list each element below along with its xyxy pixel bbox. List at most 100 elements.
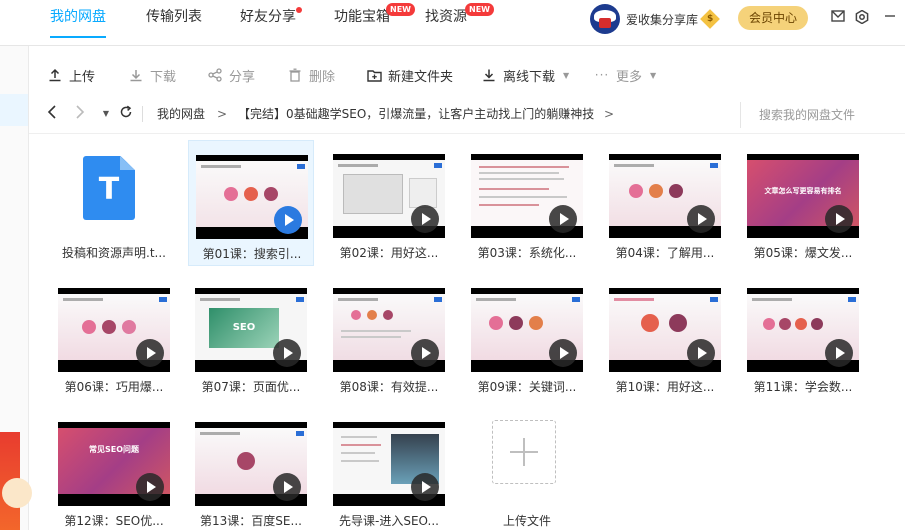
sidebar-selected-item[interactable] [0,94,28,126]
file-tile-video[interactable]: 第10课：用好这... [602,274,728,400]
tab-find-resources[interactable]: 找资源 NEW [425,0,494,46]
toolbar: 上传 下载 分享 删除 新建文件夹 离线下载 ▼ ··· 更多 ▼ [29,60,905,90]
forward-icon[interactable] [71,104,89,124]
play-icon[interactable] [136,473,164,501]
video-thumbnail [609,288,721,372]
search-input[interactable]: 搜索我的网盘文件 [740,102,905,128]
user-name: 爱收集分享库 [626,12,699,27]
tab-my-disk[interactable]: 我的网盘 [50,0,106,46]
file-name: 第13课：百度SE... [200,514,302,528]
file-tile-video[interactable]: 常见SEO问题 第12课：SEO优... [51,408,177,530]
file-name: 第06课：巧用爆... [64,380,164,394]
file-tile-video[interactable]: 文章怎么写更容易有排名 第05课：爆文发... [740,140,866,266]
share-button[interactable]: 分享 [207,64,255,86]
play-icon[interactable] [687,205,715,233]
file-tile-video[interactable]: 第03课：系统化... [464,140,590,266]
file-name: 先导课-进入SEO... [339,514,439,528]
folder-plus-icon [366,67,382,83]
back-icon[interactable] [43,104,61,124]
chevron-down-icon: ▼ [563,70,570,80]
play-icon[interactable] [411,339,439,367]
upload-file-tile[interactable]: 上传文件 [464,408,590,530]
file-name: 上传文件 [502,514,551,528]
video-thumbnail: SEO [195,288,307,372]
mail-icon[interactable] [830,10,846,26]
play-icon[interactable] [136,339,164,367]
play-icon[interactable] [273,473,301,501]
file-name: 投稿和资源声明.t... [62,246,166,260]
play-icon[interactable] [687,339,715,367]
new-folder-button[interactable]: 新建文件夹 [366,64,453,86]
slide-title: SEO [209,308,279,348]
file-tile-video[interactable]: 第06课：巧用爆... [51,274,177,400]
file-tile-video[interactable]: 第09课：关键词... [464,274,590,400]
file-tile-video[interactable]: 先导课-进入SEO... [326,408,452,530]
video-thumbnail [195,422,307,506]
breadcrumb: ▼ 我的网盘 > 【完结】0基础趣学SEO，引爆流量，让客户主动找上门的躺赚神技… [29,96,905,134]
upload-button[interactable]: 上传 [47,64,95,86]
file-tile-video[interactable]: 第11课：学会数... [740,274,866,400]
breadcrumb-root[interactable]: 我的网盘 [157,106,205,122]
file-name: 第10课：用好这... [615,380,715,394]
file-tile-doc[interactable]: T 投稿和资源声明.t... [51,140,177,266]
video-thumbnail [747,288,859,372]
top-nav: 我的网盘 传输列表 好友分享 功能宝箱 NEW 找资源 NEW 爱收集分享库 $ 会… [0,0,905,46]
file-tile-video[interactable]: 第08课：有效提... [326,274,452,400]
file-grid: T 投稿和资源声明.t... 第01课：搜索引... 第02课：用好这... 第… [29,134,905,530]
settings-icon[interactable] [854,9,870,26]
tab-friend-share[interactable]: 好友分享 [240,0,302,46]
file-tile-video[interactable]: SEO 第07课：页面优... [188,274,314,400]
file-tile-video[interactable]: 第13课：百度SE... [188,408,314,530]
file-tile-video[interactable]: 第01课：搜索引... [188,140,314,266]
play-icon[interactable] [411,205,439,233]
file-name: 第07课：页面优... [201,380,301,394]
download-icon [128,67,144,83]
play-icon[interactable] [825,339,853,367]
download-button[interactable]: 下载 [128,64,176,86]
video-thumbnail [333,288,445,372]
offline-download-icon [481,67,497,83]
play-icon[interactable] [549,205,577,233]
minimize-icon[interactable] [882,10,898,26]
user-profile[interactable]: 爱收集分享库 $ [590,2,720,36]
video-thumbnail [58,288,170,372]
refresh-icon[interactable] [117,104,135,124]
file-tile-video[interactable]: 第02课：用好这... [326,140,452,266]
upload-icon [47,67,63,83]
new-badge: NEW [386,3,415,16]
video-thumbnail: 文章怎么写更容易有排名 [747,154,859,238]
netdisk-app: 我的网盘 传输列表 好友分享 功能宝箱 NEW 找资源 NEW 爱收集分享库 $ 会… [0,0,905,530]
video-thumbnail [471,154,583,238]
slide-title: 文章怎么写更容易有排名 [764,187,842,195]
offline-download-button[interactable]: 离线下载 ▼ [481,64,569,86]
file-name: 第11课：学会数... [753,380,853,394]
breadcrumb-current-folder[interactable]: 【完结】0基础趣学SEO，引爆流量，让客户主动找上门的躺赚神技 [238,106,608,122]
video-thumbnail [471,288,583,372]
notification-dot [296,7,302,13]
file-name: 第02课：用好这... [339,246,439,260]
play-icon[interactable] [825,205,853,233]
trash-icon [287,67,303,83]
file-tile-video[interactable]: 第04课：了解用... [602,140,728,266]
history-dropdown-icon[interactable]: ▼ [97,104,115,124]
tab-transfer-list[interactable]: 传输列表 [146,0,202,46]
breadcrumb-trail-separator[interactable]: > [604,106,614,122]
play-icon[interactable] [411,473,439,501]
file-name: 第05课：爆文发... [753,246,853,260]
divider [142,106,143,122]
promo-banner[interactable] [0,432,32,530]
plus-icon[interactable] [492,420,556,484]
more-button[interactable]: ··· 更多 ▼ [594,64,656,86]
tab-toolbox[interactable]: 功能宝箱 NEW [334,0,415,46]
file-name: 第04课：了解用... [615,246,715,260]
play-icon[interactable] [273,339,301,367]
video-thumbnail [333,422,445,506]
member-center-button[interactable]: 会员中心 [738,6,808,30]
breadcrumb-separator: > [217,107,228,121]
file-name: 第08课：有效提... [339,380,439,394]
play-icon[interactable] [274,206,302,234]
chevron-down-icon: ▼ [650,70,657,80]
video-thumbnail: 常见SEO问题 [58,422,170,506]
play-icon[interactable] [549,339,577,367]
delete-button[interactable]: 删除 [287,64,335,86]
